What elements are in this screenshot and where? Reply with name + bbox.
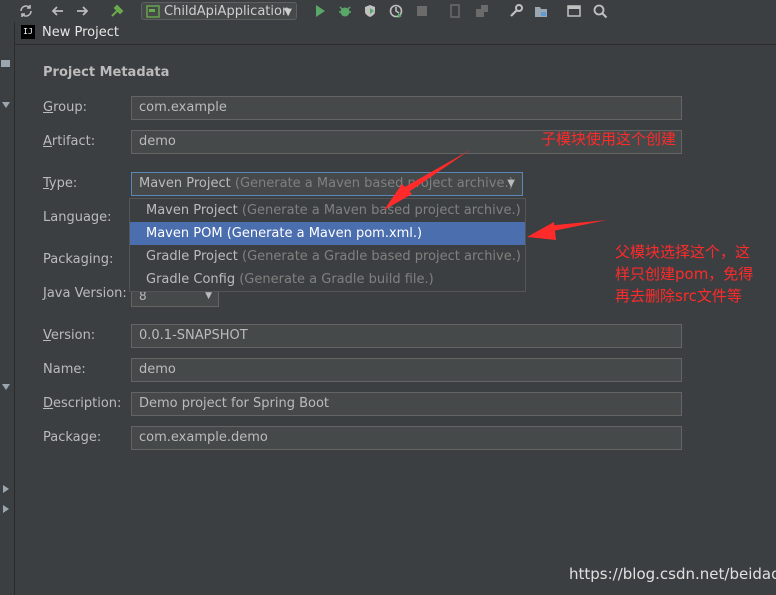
watermark: https://blog.csdn.net/beidaol [569, 565, 776, 583]
annotation-arrow-child [384, 150, 470, 210]
annotation-child-module: 子模块使用这个创建 [541, 130, 677, 148]
annotation-parent-line1: 父模块选择这个，这 [615, 243, 751, 261]
annotation-parent-line3: 再去删除src文件等 [615, 287, 742, 305]
annotation-parent-line2: 样只创建pom，免得 [615, 265, 754, 283]
annotation-arrow-parent [527, 220, 607, 240]
